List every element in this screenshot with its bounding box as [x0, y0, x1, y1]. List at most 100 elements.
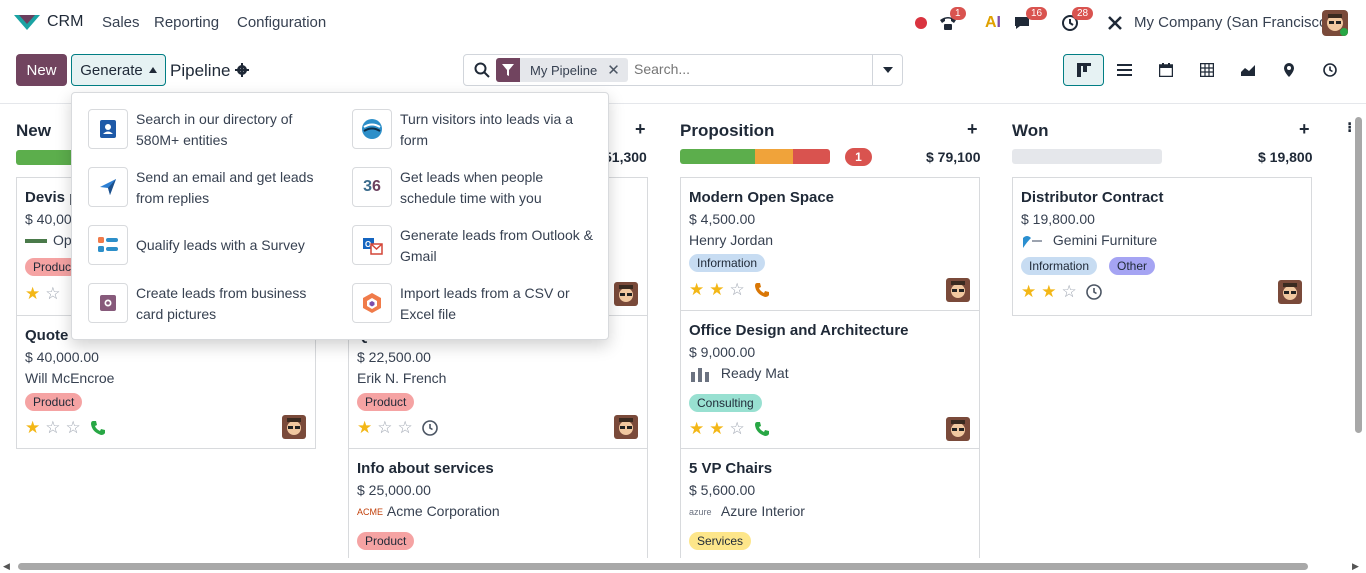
dropdown-item-email[interactable]: Send an email and get leads from replies — [88, 167, 336, 209]
priority-stars[interactable]: ★ ☆ ☆ — [357, 418, 438, 438]
star-empty-icon[interactable]: ☆ — [730, 419, 745, 439]
column-progress-proposition[interactable] — [680, 149, 830, 164]
company-switcher[interactable]: My Company (San Francisco) — [1134, 14, 1332, 31]
dropdown-item-directory[interactable]: Search in our directory of 580M+ entitie… — [88, 109, 336, 151]
star-empty-icon[interactable]: ☆ — [377, 418, 392, 438]
clock-icon[interactable]: 28 — [1060, 7, 1094, 36]
salesperson-avatar[interactable] — [1278, 280, 1302, 304]
star-filled-icon[interactable]: ★ — [1041, 282, 1056, 302]
menu-configuration[interactable]: Configuration — [237, 14, 326, 31]
star-filled-icon[interactable]: ★ — [1021, 282, 1036, 302]
star-empty-icon[interactable]: ☆ — [1062, 282, 1077, 302]
column-title-new[interactable]: New — [16, 121, 51, 141]
dropdown-item-label: Send an email and get leads from replies — [136, 169, 314, 206]
activity-view-button[interactable] — [1309, 54, 1350, 86]
star-empty-icon[interactable]: ☆ — [45, 418, 60, 438]
overdue-count-badge[interactable]: 1 — [845, 148, 872, 166]
vertical-scrollbar[interactable] — [1352, 104, 1366, 558]
search-facet[interactable]: My Pipeline ✕ — [496, 58, 628, 82]
pivot-view-button[interactable] — [1186, 54, 1227, 86]
clock-icon — [1322, 63, 1337, 77]
search-options-toggle[interactable] — [872, 55, 902, 85]
quick-create-qualified-icon[interactable]: + — [635, 119, 646, 140]
star-empty-icon[interactable]: ☆ — [66, 418, 81, 438]
horizontal-scrollbar[interactable]: ◀ ▶ — [0, 558, 1366, 573]
chat-icon[interactable]: 16 — [1012, 7, 1048, 36]
menu-reporting[interactable]: Reporting — [154, 14, 219, 31]
remove-facet-icon[interactable]: ✕ — [603, 61, 628, 79]
filter-icon — [496, 58, 520, 82]
phone-icon[interactable]: 1 — [938, 7, 966, 36]
card-partner: Henry Jordan — [689, 232, 774, 248]
ai-icon[interactable]: AI — [982, 10, 1004, 36]
kanban-card[interactable]: Distributor Contract $ 19,800.00 Gemini … — [1012, 177, 1312, 316]
horizontal-scrollbar-thumb[interactable] — [18, 563, 1308, 570]
user-avatar[interactable] — [1322, 10, 1348, 36]
kanban-card[interactable]: 5 VP Chairs $ 5,600.00 azure Azure Inter… — [680, 448, 980, 558]
salesperson-avatar[interactable] — [946, 417, 970, 441]
phone-activity-icon[interactable] — [754, 421, 770, 437]
dropdown-item-outlook-gmail[interactable]: O Generate leads from Outlook & Gmail — [352, 225, 600, 267]
menu-sales[interactable]: Sales — [102, 14, 140, 31]
clock-activity-icon[interactable] — [1085, 284, 1102, 300]
priority-stars[interactable]: ★ ☆ ☆ — [25, 418, 106, 438]
calendar-view-button[interactable] — [1145, 54, 1186, 86]
kanban-card[interactable]: Modern Open Space $ 4,500.00 Henry Jorda… — [680, 177, 980, 311]
graph-view-button[interactable] — [1227, 54, 1268, 86]
salesperson-avatar[interactable] — [282, 415, 306, 439]
tools-icon[interactable] — [1105, 10, 1125, 36]
clock-activity-icon[interactable] — [421, 420, 438, 436]
search-input[interactable] — [634, 61, 864, 77]
card-partner: Gemini Furniture — [1021, 232, 1157, 249]
column-title-proposition[interactable]: Proposition — [680, 121, 774, 141]
crm-logo-icon[interactable] — [14, 13, 40, 31]
column-title-won[interactable]: Won — [1012, 121, 1049, 141]
dropdown-item-import[interactable]: Import leads from a CSV or Excel file — [352, 283, 600, 325]
map-view-button[interactable] — [1268, 54, 1309, 86]
priority-stars[interactable]: ★ ★ ☆ — [1021, 282, 1102, 302]
salesperson-avatar[interactable] — [614, 282, 638, 306]
dropdown-item-appointment[interactable]: 36 Get leads when people schedule time w… — [352, 167, 600, 209]
star-filled-icon[interactable]: ★ — [689, 280, 704, 300]
quick-create-proposition-icon[interactable]: + — [967, 119, 978, 140]
quick-create-won-icon[interactable]: + — [1299, 119, 1310, 140]
star-filled-icon[interactable]: ★ — [709, 419, 724, 439]
app-name[interactable]: CRM — [47, 13, 83, 31]
phone-activity-icon[interactable] — [90, 420, 106, 436]
star-empty-icon[interactable]: ☆ — [45, 284, 60, 304]
tag-consulting: Consulting — [689, 394, 762, 412]
kanban-card[interactable]: Info about services $ 25,000.00 ACME Acm… — [348, 448, 648, 558]
priority-stars[interactable]: ★ ★ ☆ — [689, 419, 770, 439]
dropdown-item-business-card[interactable]: Create leads from business card pictures — [88, 283, 336, 325]
phone-activity-icon[interactable] — [754, 282, 770, 298]
salesperson-avatar[interactable] — [946, 278, 970, 302]
kanban-view-button[interactable] — [1063, 54, 1104, 86]
dropdown-item-survey[interactable]: Qualify leads with a Survey — [88, 225, 336, 265]
status-dot-icon[interactable] — [914, 10, 928, 36]
gear-icon[interactable] — [235, 63, 249, 81]
star-filled-icon[interactable]: ★ — [25, 418, 40, 438]
kanban-card[interactable]: Office Design and Architecture $ 9,000.0… — [680, 310, 980, 449]
search-icon[interactable] — [474, 62, 490, 78]
card-revenue: $ 40,00 — [25, 211, 72, 227]
generate-button[interactable]: Generate — [71, 54, 166, 86]
dropdown-item-form[interactable]: Turn visitors into leads via a form — [352, 109, 600, 151]
star-filled-icon[interactable]: ★ — [689, 419, 704, 439]
scroll-left-arrow-icon[interactable]: ◀ — [3, 561, 10, 572]
priority-stars[interactable]: ★ ☆ — [25, 284, 61, 304]
new-button[interactable]: New — [16, 54, 67, 86]
star-filled-icon[interactable]: ★ — [357, 418, 372, 438]
star-filled-icon[interactable]: ★ — [25, 284, 40, 304]
scroll-right-arrow-icon[interactable]: ▶ — [1352, 561, 1359, 572]
column-progress-new[interactable] — [16, 150, 76, 165]
list-view-button[interactable] — [1104, 54, 1145, 86]
star-empty-icon[interactable]: ☆ — [398, 418, 413, 438]
priority-stars[interactable]: ★ ★ ☆ — [689, 280, 770, 300]
vertical-scrollbar-thumb[interactable] — [1355, 117, 1362, 433]
star-filled-icon[interactable]: ★ — [709, 280, 724, 300]
salesperson-avatar[interactable] — [614, 415, 638, 439]
column-progress-won[interactable] — [1012, 149, 1162, 164]
partner-logo-icon — [25, 239, 47, 244]
star-empty-icon[interactable]: ☆ — [730, 280, 745, 300]
card-partner: Will McEncroe — [25, 370, 115, 386]
